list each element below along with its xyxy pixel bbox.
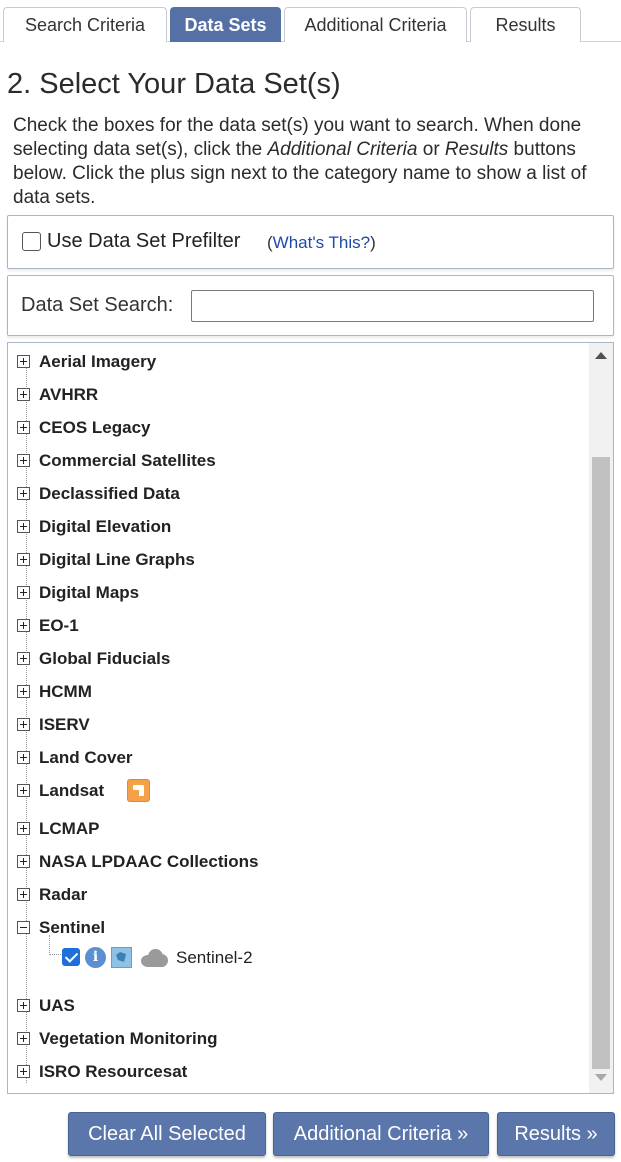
scroll-up-arrow-icon[interactable] — [595, 352, 607, 359]
category-label[interactable]: ISRO Resourcesat — [39, 1062, 187, 1082]
rss-icon[interactable] — [127, 779, 150, 802]
sentinel-2-label: Sentinel-2 — [176, 948, 253, 967]
expand-plus-icon[interactable] — [17, 520, 30, 533]
category-label[interactable]: Digital Line Graphs — [39, 550, 195, 570]
expand-plus-icon[interactable] — [17, 652, 30, 665]
whats-this-link[interactable]: What's This? — [273, 233, 370, 252]
category-label[interactable]: NASA LPDAAC Collections — [39, 852, 258, 872]
tab-bar: Search Criteria Data Sets Additional Cri… — [0, 0, 621, 42]
expand-plus-icon[interactable] — [17, 784, 30, 797]
page-title: 2. Select Your Data Set(s) — [7, 68, 341, 100]
expand-plus-icon[interactable] — [17, 619, 30, 632]
collapse-minus-icon[interactable] — [17, 921, 30, 934]
category-label[interactable]: AVHRR — [39, 385, 98, 405]
expand-plus-icon[interactable] — [17, 487, 30, 500]
prefilter-label[interactable]: Use Data Set Prefilter — [47, 230, 240, 253]
clear-all-selected-button[interactable]: Clear All Selected — [68, 1112, 266, 1156]
results-button[interactable]: Results » — [497, 1112, 615, 1156]
dataset-tree: Aerial Imagery AVHRR CEOS Legacy Commercial… — [7, 342, 614, 1094]
dataset-search-input[interactable] — [191, 290, 594, 322]
category-label[interactable]: LCMAP — [39, 819, 99, 839]
category-label[interactable]: Aerial Imagery — [39, 352, 156, 372]
category-label[interactable]: Land Cover — [39, 748, 133, 768]
tab-data-sets[interactable]: Data Sets — [170, 7, 281, 42]
tab-results[interactable]: Results — [470, 7, 581, 42]
dataset-search-panel: Data Set Search: — [7, 275, 614, 336]
help-paren-close: ) — [370, 233, 376, 252]
sentinel-2-checkbox[interactable] — [62, 948, 80, 966]
instructions-text: Check the boxes for the data set(s) you … — [13, 114, 613, 210]
cloud-icon — [139, 948, 169, 968]
dataset-item-sentinel-2: i Sentinel-2 — [50, 945, 310, 971]
category-label[interactable]: Digital Elevation — [39, 517, 171, 537]
prefilter-help: (What's This?) — [267, 233, 376, 253]
expand-plus-icon[interactable] — [17, 685, 30, 698]
info-icon[interactable]: i — [85, 947, 106, 968]
category-label[interactable]: ISERV — [39, 715, 90, 735]
expand-plus-icon[interactable] — [17, 421, 30, 434]
expand-plus-icon[interactable] — [17, 888, 30, 901]
category-label[interactable]: Landsat — [39, 781, 104, 801]
category-label[interactable]: CEOS Legacy — [39, 418, 151, 438]
prefilter-checkbox[interactable] — [22, 232, 41, 251]
category-label[interactable]: Global Fiducials — [39, 649, 170, 669]
expand-plus-icon[interactable] — [17, 822, 30, 835]
expand-plus-icon[interactable] — [17, 1032, 30, 1045]
category-label[interactable]: Digital Maps — [39, 583, 139, 603]
category-label[interactable]: Commercial Satellites — [39, 451, 216, 471]
expand-plus-icon[interactable] — [17, 718, 30, 731]
scroll-down-arrow-icon[interactable] — [595, 1074, 607, 1081]
tree-scrollbar[interactable] — [589, 343, 613, 1093]
tab-search-criteria[interactable]: Search Criteria — [3, 7, 167, 42]
expand-plus-icon[interactable] — [17, 751, 30, 764]
category-label[interactable]: HCMM — [39, 682, 92, 702]
expand-plus-icon[interactable] — [17, 355, 30, 368]
expand-plus-icon[interactable] — [17, 855, 30, 868]
prefilter-panel: Use Data Set Prefilter (What's This?) — [7, 215, 614, 269]
category-label[interactable]: Radar — [39, 885, 87, 905]
category-label[interactable]: Declassified Data — [39, 484, 180, 504]
tab-additional-criteria[interactable]: Additional Criteria — [284, 7, 467, 42]
expand-plus-icon[interactable] — [17, 454, 30, 467]
category-label[interactable]: UAS — [39, 996, 75, 1016]
instructions-emphasis-additional: Additional Criteria — [267, 139, 418, 160]
map-footprint-icon[interactable] — [111, 947, 132, 968]
expand-plus-icon[interactable] — [17, 388, 30, 401]
expand-plus-icon[interactable] — [17, 999, 30, 1012]
additional-criteria-button[interactable]: Additional Criteria » — [273, 1112, 489, 1156]
category-label[interactable]: EO-1 — [39, 616, 79, 636]
expand-plus-icon[interactable] — [17, 586, 30, 599]
dataset-search-label: Data Set Search: — [21, 294, 174, 316]
expand-plus-icon[interactable] — [17, 1065, 30, 1078]
scroll-thumb[interactable] — [592, 457, 610, 1069]
category-label[interactable]: Vegetation Monitoring — [39, 1029, 218, 1049]
expand-plus-icon[interactable] — [17, 553, 30, 566]
instructions-part: or — [417, 139, 445, 160]
instructions-emphasis-results: Results — [444, 139, 509, 160]
